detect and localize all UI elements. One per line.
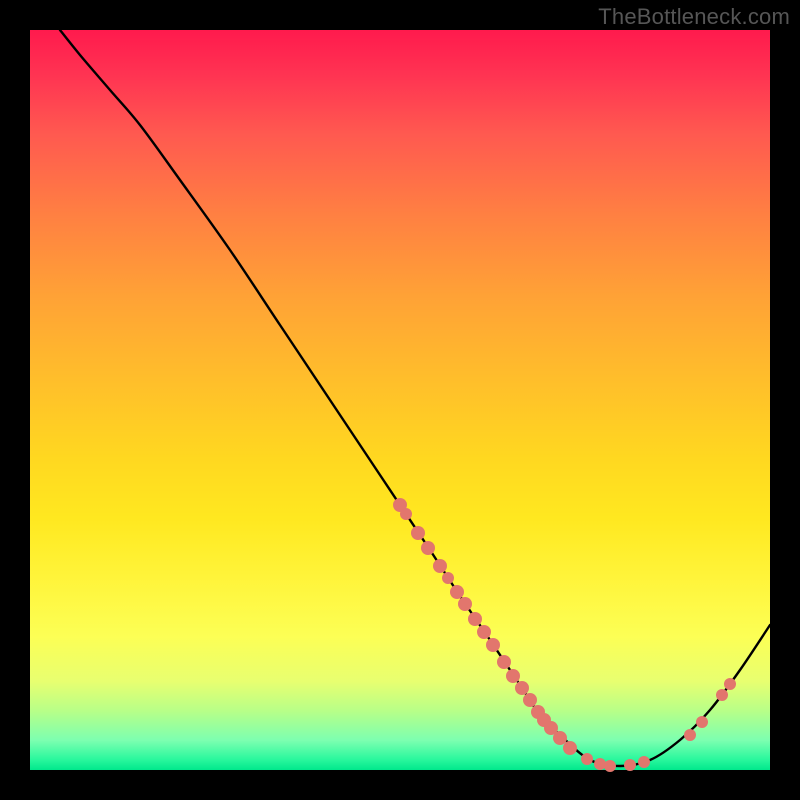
data-dot [506, 669, 520, 683]
data-dot [486, 638, 500, 652]
data-dot [716, 689, 728, 701]
watermark-text: TheBottleneck.com [598, 4, 790, 30]
data-dot [696, 716, 708, 728]
chart-plot-area [30, 30, 770, 770]
data-dot [433, 559, 447, 573]
data-dot [400, 508, 412, 520]
data-dot [468, 612, 482, 626]
bottleneck-curve-line [60, 30, 770, 766]
data-dot [515, 681, 529, 695]
data-dot [594, 758, 606, 770]
data-dot [458, 597, 472, 611]
data-dot [684, 729, 696, 741]
data-dot [523, 693, 537, 707]
data-dot [450, 585, 464, 599]
data-dot [553, 731, 567, 745]
data-dot [563, 741, 577, 755]
data-dot [421, 541, 435, 555]
data-dots-group [393, 498, 736, 772]
data-dot [411, 526, 425, 540]
data-dot [581, 753, 593, 765]
data-dot [497, 655, 511, 669]
data-dot [604, 760, 616, 772]
bottleneck-chart-svg [30, 30, 770, 770]
data-dot [624, 759, 636, 771]
data-dot [638, 756, 650, 768]
data-dot [442, 572, 454, 584]
data-dot [477, 625, 491, 639]
data-dot [724, 678, 736, 690]
